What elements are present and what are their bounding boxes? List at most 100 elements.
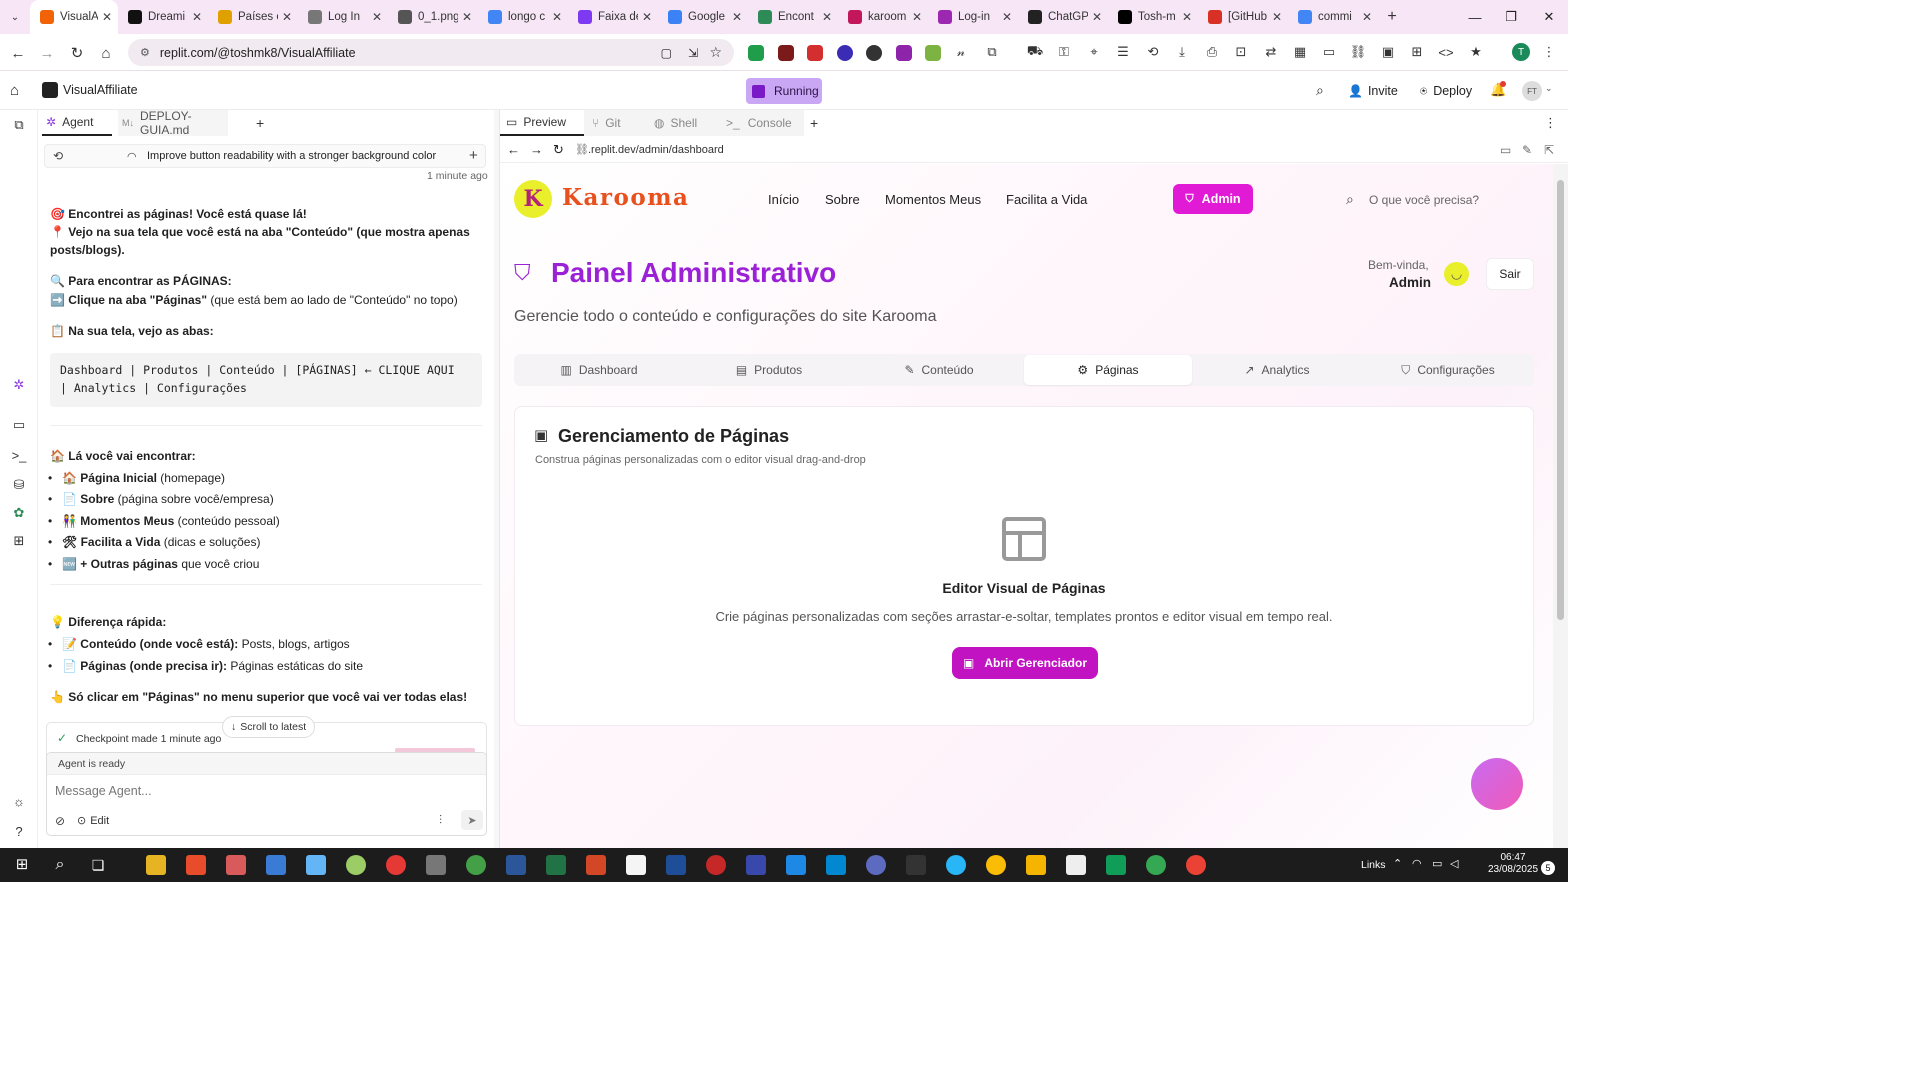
notification-count-badge[interactable]: 5 bbox=[1541, 861, 1555, 875]
files-icon[interactable]: ⧉ bbox=[10, 116, 28, 134]
user-avatar[interactable]: FT bbox=[1522, 81, 1542, 101]
chevron-up-icon[interactable]: ⌃ bbox=[1393, 857, 1402, 870]
preview-url[interactable]: .replit.dev/admin/dashboard bbox=[588, 144, 724, 156]
task-view-icon[interactable]: ❏ bbox=[88, 855, 108, 875]
devtools-icon[interactable]: ✎ bbox=[1522, 143, 1532, 157]
run-button[interactable]: Running bbox=[746, 78, 822, 104]
code-icon[interactable]: <> bbox=[1437, 43, 1455, 61]
database-icon[interactable]: ⛁ bbox=[10, 476, 28, 494]
home-icon[interactable]: ⌂ bbox=[95, 42, 117, 64]
profile-avatar[interactable]: T bbox=[1512, 43, 1530, 61]
taskbar-app-icon[interactable] bbox=[346, 855, 366, 875]
extension-icon[interactable] bbox=[925, 45, 941, 61]
settings-sliders-icon[interactable]: ⫶ bbox=[439, 813, 442, 828]
reader-mode-icon[interactable]: ▭ bbox=[1320, 43, 1338, 61]
location-icon[interactable]: ⌖ bbox=[1085, 43, 1103, 61]
help-icon[interactable]: ? bbox=[10, 822, 28, 840]
nav-inicio[interactable]: Início bbox=[768, 192, 799, 207]
close-tab-icon[interactable]: ✕ bbox=[1272, 10, 1282, 24]
open-manager-button[interactable]: ▣ Abrir Gerenciador bbox=[952, 647, 1098, 679]
search-icon[interactable]: ⌕ bbox=[50, 855, 70, 875]
forward-icon[interactable]: → bbox=[36, 42, 58, 64]
browser-tab[interactable]: Tosh-m ✕ bbox=[1108, 0, 1198, 34]
extension-icon[interactable] bbox=[837, 45, 853, 61]
webview-icon[interactable]: ▭ bbox=[10, 416, 28, 434]
scrollbar-thumb[interactable] bbox=[1557, 180, 1564, 620]
tab-search-dropdown-icon[interactable]: ⌄ bbox=[0, 0, 30, 34]
close-tab-icon[interactable]: ✕ bbox=[282, 10, 292, 24]
taskbar-app-icon[interactable] bbox=[386, 855, 406, 875]
extension-icon[interactable] bbox=[778, 45, 794, 61]
new-chat-icon[interactable]: + bbox=[469, 147, 478, 164]
scrollbar[interactable] bbox=[1553, 164, 1568, 848]
scroll-to-latest-button[interactable]: ↓ Scroll to latest bbox=[222, 716, 316, 738]
karooma-logo-icon[interactable]: K bbox=[514, 180, 552, 218]
close-tab-icon[interactable]: ✕ bbox=[192, 10, 202, 24]
google-drive-icon[interactable] bbox=[1106, 855, 1126, 875]
browser-menu-icon[interactable]: ⋮ bbox=[1540, 43, 1558, 61]
close-tab-icon[interactable]: ✕ bbox=[1182, 10, 1192, 24]
tab-configuracoes[interactable]: ⛉ Configurações bbox=[1362, 355, 1534, 385]
close-tab-icon[interactable]: ✕ bbox=[1362, 10, 1372, 24]
search-icon[interactable]: ⌕ bbox=[1316, 82, 1324, 99]
browser-tab[interactable]: Log In ✕ bbox=[298, 0, 388, 34]
excel-icon[interactable] bbox=[546, 855, 566, 875]
table-icon[interactable]: ⊞ bbox=[1408, 43, 1426, 61]
taskbar-app-icon[interactable] bbox=[226, 855, 246, 875]
tab-preview[interactable]: ▭ Preview bbox=[500, 110, 584, 136]
taskbar-app-icon[interactable] bbox=[826, 855, 846, 875]
close-tab-icon[interactable]: ✕ bbox=[822, 10, 832, 24]
history-icon[interactable]: ⟲ bbox=[1144, 43, 1162, 61]
taskbar-app-icon[interactable] bbox=[946, 855, 966, 875]
attach-icon[interactable]: ⊘ bbox=[55, 814, 65, 828]
shell-icon[interactable]: >_ bbox=[10, 446, 28, 464]
volume-icon[interactable]: ◁ bbox=[1450, 857, 1458, 870]
browser-tab[interactable]: [GitHub ✕ bbox=[1198, 0, 1288, 34]
admin-button[interactable]: ⛉ Admin bbox=[1173, 184, 1253, 214]
app-name[interactable]: VisualAffiliate bbox=[63, 83, 138, 97]
tab-analytics[interactable]: ↗ Analytics bbox=[1192, 355, 1362, 385]
nav-sobre[interactable]: Sobre bbox=[825, 192, 860, 207]
theme-icon[interactable]: ☼ bbox=[10, 792, 28, 810]
message-input[interactable]: Message Agent... bbox=[55, 784, 152, 798]
print-icon[interactable]: ⎙ bbox=[1203, 43, 1221, 61]
browser-tab[interactable]: Google ✕ bbox=[658, 0, 748, 34]
taskbar-app-icon[interactable] bbox=[1066, 855, 1086, 875]
search-icon[interactable]: ⌕ bbox=[1346, 191, 1354, 208]
browser-tab[interactable]: VisualA ✕ bbox=[30, 0, 118, 34]
edit-mode-button[interactable]: ⊙ Edit bbox=[77, 814, 109, 828]
send-icon[interactable]: ➤ bbox=[461, 810, 483, 830]
deploy-button[interactable]: ⍟ Deploy bbox=[1412, 79, 1480, 103]
translate-icon[interactable]: ⇄ bbox=[1262, 43, 1280, 61]
reading-list-icon[interactable]: ☰ bbox=[1114, 43, 1132, 61]
tab-deploy-guia[interactable]: M↓ DEPLOY-GUIA.md bbox=[118, 109, 228, 137]
favorites-icon[interactable]: ★ bbox=[1467, 43, 1485, 61]
qr-code-icon[interactable]: ▦ bbox=[1291, 43, 1309, 61]
chrome-icon[interactable] bbox=[1186, 855, 1206, 875]
extension-icon[interactable] bbox=[807, 45, 823, 61]
agent-icon[interactable]: ✲ bbox=[10, 376, 28, 394]
powerpoint-icon[interactable] bbox=[586, 855, 606, 875]
chrome-icon[interactable] bbox=[986, 855, 1006, 875]
close-tab-icon[interactable]: ✕ bbox=[462, 10, 472, 24]
tab-conteudo[interactable]: ✎ Conteúdo bbox=[854, 355, 1024, 385]
close-tab-icon[interactable]: ✕ bbox=[1092, 10, 1102, 24]
taskbar-app-icon[interactable] bbox=[306, 855, 326, 875]
browser-tab[interactable]: 0_1.png ✕ bbox=[388, 0, 478, 34]
close-tab-icon[interactable]: ✕ bbox=[912, 10, 922, 24]
browser-tab[interactable]: commi ✕ bbox=[1288, 0, 1378, 34]
extension-icon[interactable] bbox=[748, 45, 764, 61]
browser-tab[interactable]: longo c ✕ bbox=[478, 0, 568, 34]
minimize-icon[interactable]: — bbox=[1456, 0, 1494, 34]
logo-text[interactable]: Karooma bbox=[562, 184, 689, 211]
nav-momentos-meus[interactable]: Momentos Meus bbox=[885, 192, 981, 207]
chevron-down-icon[interactable]: ⌄ bbox=[1545, 83, 1553, 94]
devices-icon[interactable]: ▣ bbox=[1379, 43, 1397, 61]
windows-start-icon[interactable]: ⊞ bbox=[12, 855, 32, 875]
notepad-icon[interactable] bbox=[626, 855, 646, 875]
terminal-icon[interactable] bbox=[906, 855, 926, 875]
chrome-icon[interactable] bbox=[1146, 855, 1166, 875]
browser-tab[interactable]: Países c ✕ bbox=[208, 0, 298, 34]
wifi-icon[interactable]: ◠ bbox=[1412, 857, 1422, 870]
chat-widget-button[interactable] bbox=[1471, 758, 1523, 810]
